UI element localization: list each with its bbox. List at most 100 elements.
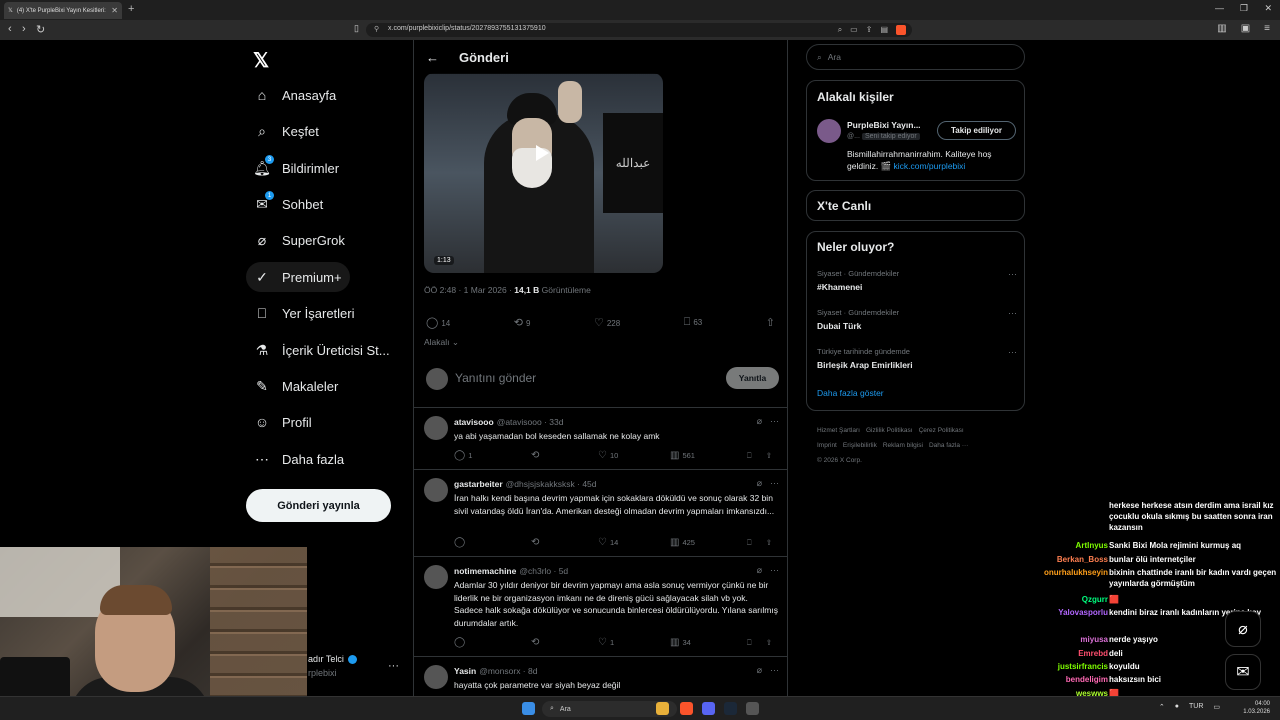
trend-item[interactable]: Türkiye tarihinde gündemde Birleşik Arap …	[817, 347, 1017, 370]
bookmark-icon[interactable]: ⎕	[747, 451, 766, 461]
reply-action[interactable]: ◯	[454, 537, 531, 548]
nav-item-10[interactable]: ⋯ Daha fazla	[246, 444, 352, 474]
sidebar-toggle-icon[interactable]: ▥	[1217, 23, 1226, 34]
browser-tab[interactable]: 𝕏 (4) X'te PurpleBixi Yayın Kesitleri: ✕	[4, 2, 122, 19]
share-icon[interactable]: ⇧	[766, 538, 772, 547]
share-icon[interactable]: ⇧	[766, 638, 772, 647]
discord-icon[interactable]	[702, 702, 715, 715]
avatar[interactable]	[424, 665, 448, 689]
footer-link[interactable]: Hizmet Şartları	[817, 427, 860, 434]
more-icon[interactable]: ···	[1008, 308, 1017, 318]
x-logo[interactable]: 𝕏	[253, 48, 269, 73]
bookmark-action[interactable]: ⎕ 63	[684, 316, 703, 329]
nav-item-7[interactable]: ⚗ İçerik Üreticisi St...	[246, 335, 398, 365]
account-switcher[interactable]: adır Telci rplebixi	[308, 654, 358, 678]
trend-item[interactable]: Siyaset · Gündemdekiler #Khamenei ···	[817, 269, 1017, 292]
play-icon[interactable]	[536, 145, 549, 161]
reply-author[interactable]: Yasin	[454, 666, 476, 676]
share-post-icon[interactable]: ⇧	[766, 316, 775, 329]
brave-browser-icon[interactable]	[680, 702, 693, 715]
footer-link[interactable]: Imprint	[817, 442, 837, 449]
windows-start-icon[interactable]	[522, 702, 535, 715]
grok-explain-icon[interactable]: ⌀	[757, 565, 762, 576]
reply-action[interactable]: ◯	[454, 637, 531, 648]
avatar[interactable]	[424, 565, 448, 589]
person-name[interactable]: PurpleBixi Yayın...	[847, 120, 921, 130]
bookmark-page-icon[interactable]: ▯	[354, 23, 359, 34]
show-more-link[interactable]: Daha fazla göster	[817, 388, 884, 398]
new-tab-icon[interactable]: +	[128, 3, 134, 15]
nav-item-3[interactable]: ✉ 1 Sohbet	[246, 189, 331, 219]
like-action[interactable]: ♡ 228	[594, 316, 620, 329]
repost-action[interactable]: ⟲	[531, 450, 598, 461]
footer-link[interactable]: Gizlilik Politikası	[866, 427, 913, 434]
footer-link[interactable]: Reklam bilgisi	[883, 442, 923, 449]
footer-link[interactable]: Çerez Politikası	[919, 427, 964, 434]
bookmark-icon[interactable]: ⎕	[747, 638, 766, 648]
close-tab-icon[interactable]: ✕	[111, 6, 118, 15]
back-icon[interactable]: ‹	[8, 23, 12, 35]
grok-explain-icon[interactable]: ⌀	[757, 478, 762, 489]
menu-icon[interactable]: ≡	[1264, 23, 1270, 34]
nav-item-9[interactable]: ☺ Profil	[246, 407, 320, 437]
nav-item-5[interactable]: ✓ Premium+	[246, 262, 350, 292]
reply-post[interactable]: notimemachine @ch3rlo · 5d ⌀ ··· Adamlar 30 …	[414, 557, 787, 657]
person-bio-link[interactable]: kick.com/purplebixi	[894, 161, 966, 171]
url-field[interactable]: ⚲ x.com/purplebixiclip/status/2027893755…	[366, 23, 912, 37]
views-action[interactable]: ▥ 425	[670, 537, 747, 548]
reply-action[interactable]: ◯ 1	[454, 450, 531, 461]
site-info-icon[interactable]: ⚲	[374, 25, 379, 33]
reply-action[interactable]: ◯ 14	[426, 316, 450, 329]
tray-chevron-icon[interactable]: ⌃	[1159, 703, 1165, 711]
close-window-icon[interactable]: ✕	[1264, 3, 1272, 14]
minimize-icon[interactable]: —	[1215, 3, 1224, 13]
reply-post[interactable]: Yasin @monsorx · 8d ⌀ ··· hayatta çok parame…	[414, 657, 787, 696]
more-icon[interactable]: ···	[1008, 269, 1017, 279]
like-action[interactable]: ♡ 1	[598, 637, 670, 648]
share-icon[interactable]: ⇪	[866, 25, 873, 35]
repost-action[interactable]: ⟲ 9	[514, 316, 531, 329]
views-action[interactable]: ▥ 561	[670, 450, 747, 461]
reply-author[interactable]: notimemachine	[454, 566, 516, 576]
trend-item[interactable]: Siyaset · Gündemdekiler Dubai Türk ···	[817, 308, 1017, 331]
bookmark-icon[interactable]: ⎕	[747, 538, 766, 548]
video-player[interactable]: عبدالله 1:13	[424, 73, 663, 273]
forward-icon[interactable]: ›	[22, 23, 26, 35]
avatar[interactable]	[817, 119, 841, 143]
nav-item-4[interactable]: ⌀ SuperGrok	[246, 225, 353, 255]
reply-input[interactable]: Yanıtını gönder	[455, 371, 536, 385]
grok-icon[interactable]: ⌀	[1225, 611, 1261, 647]
nav-item-8[interactable]: ✎ Makaleler	[246, 371, 346, 401]
views-action[interactable]: ▥ 34	[670, 637, 747, 648]
reply-author[interactable]: gastarbeiter	[454, 479, 503, 489]
file-explorer-icon[interactable]	[656, 702, 669, 715]
footer-link[interactable]: © 2026 X Corp.	[817, 457, 862, 464]
nav-item-1[interactable]: ⌕ Keşfet	[246, 116, 327, 146]
more-icon[interactable]: ···	[1008, 347, 1017, 357]
nav-item-2[interactable]: 🔔︎ 3 Bildirimler	[246, 153, 347, 183]
tray-mic-icon[interactable]: ●	[1175, 703, 1179, 711]
reply-post[interactable]: atavisooo @atavisooo · 33d ⌀ ··· ya abi yaşa…	[414, 408, 787, 470]
avatar[interactable]	[424, 478, 448, 502]
following-button[interactable]: Takip ediliyor	[937, 121, 1016, 140]
grok-explain-icon[interactable]: ⌀	[757, 416, 762, 427]
footer-link[interactable]: Erişilebilirlik	[843, 442, 877, 449]
cast-icon[interactable]: ▭	[850, 25, 858, 35]
like-action[interactable]: ♡ 10	[598, 450, 670, 461]
reply-post[interactable]: gastarbeiter @dhsjsjskakksksk · 45d ⌀ ··· İr…	[414, 470, 787, 557]
post-time[interactable]: ÖÖ 2:48 · 1 Mar 2026 ·	[424, 285, 514, 295]
account-more-icon[interactable]: ···	[388, 660, 399, 672]
tray-network-icon[interactable]: ▭	[1213, 703, 1220, 711]
search-input[interactable]: ⌕ Ara	[806, 44, 1025, 70]
reply-author[interactable]: atavisooo	[454, 417, 494, 427]
obs-icon[interactable]	[746, 702, 759, 715]
x-live-card[interactable]: X'te Canlı	[806, 190, 1025, 221]
more-icon[interactable]: ···	[770, 416, 779, 427]
reload-icon[interactable]: ↻	[36, 23, 45, 36]
avatar[interactable]	[426, 368, 448, 390]
more-icon[interactable]: ···	[770, 565, 779, 576]
repost-action[interactable]: ⟲	[531, 537, 598, 548]
messages-icon[interactable]: ✉	[1225, 654, 1261, 690]
share-icon[interactable]: ⇧	[766, 451, 772, 460]
reply-button[interactable]: Yanıtla	[726, 367, 779, 389]
